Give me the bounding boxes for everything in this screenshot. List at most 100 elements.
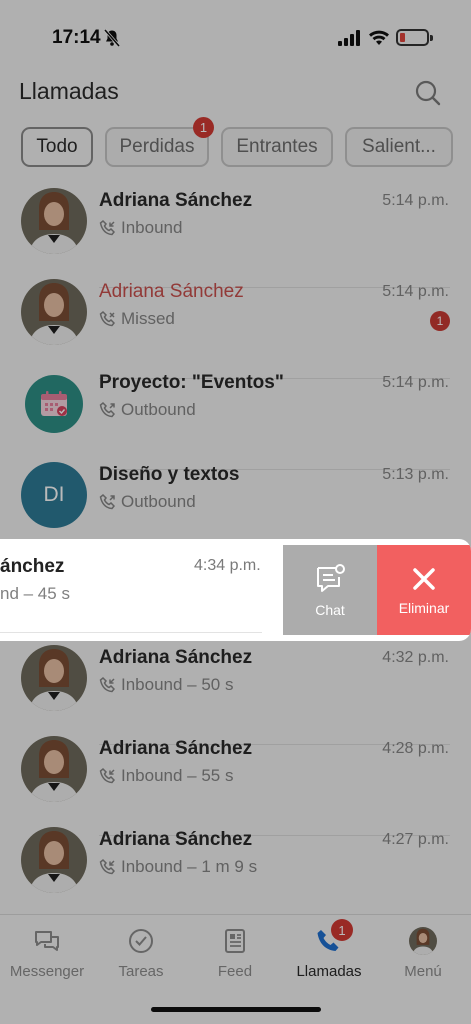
filter-label: Entrantes (236, 136, 318, 157)
tab-feed[interactable]: Feed (188, 927, 282, 980)
calendar-icon (41, 391, 67, 416)
person-photo-icon (21, 827, 87, 893)
call-type-label: Outbound (121, 400, 196, 419)
call-type-label: Inbound – 1 m 9 s (121, 857, 258, 876)
battery-icon (396, 29, 433, 46)
call-time: 5:13 p.m. (382, 466, 449, 483)
avatar (21, 827, 87, 893)
tab-label: Messenger (9, 963, 85, 980)
call-type: Outbound (99, 400, 196, 420)
divider (0, 632, 262, 633)
tab-tareas[interactable]: Tareas (94, 927, 188, 980)
tab-messenger[interactable]: Messenger (0, 927, 94, 980)
status-bar: 17:14 (0, 0, 471, 70)
call-type: Inbound – 50 s (99, 675, 233, 695)
caller-name: Proyecto: "Eventos" (99, 372, 284, 393)
calls-screen: 17:14 Llamadas Todo Perdidas 1 Entrantes… (0, 0, 471, 1024)
call-time: 5:14 p.m. (382, 283, 449, 300)
filter-badge: 1 (193, 117, 214, 138)
tab-llamadas[interactable]: 1 Llamadas (282, 919, 376, 980)
tab-label: Feed (217, 963, 253, 980)
chat-icon (317, 564, 345, 592)
incoming-call-icon (99, 219, 116, 236)
call-type-label: Inbound – 55 s (121, 766, 234, 785)
avatar (21, 279, 87, 345)
home-indicator (151, 1007, 321, 1012)
filter-entrantes[interactable]: Entrantes (221, 127, 333, 167)
call-type: Outbound (99, 492, 196, 512)
call-row[interactable]: Adriana Sánchez Inbound – 55 s 4:28 p.m. (0, 736, 471, 836)
tab-label: Menú (404, 963, 442, 980)
incoming-call-icon (99, 767, 116, 784)
caller-name: Adriana Sánchez (99, 647, 253, 668)
tab-badge: 1 (331, 919, 353, 941)
call-type-label: Inbound (121, 218, 183, 237)
call-type-label: nd – 45 s (0, 584, 70, 603)
outgoing-call-icon (99, 493, 116, 510)
call-time: 4:34 p.m. (194, 557, 261, 574)
check-circle-icon (129, 929, 153, 953)
signal-icon (338, 30, 360, 46)
delete-action-label: Eliminar (398, 600, 450, 616)
call-type: Missed (99, 309, 175, 329)
delete-action-button[interactable]: Eliminar (377, 545, 471, 635)
call-time: 5:14 p.m. (382, 374, 449, 391)
call-time: 5:14 p.m. (382, 192, 449, 209)
caller-name: Adriana Sánchez (99, 738, 253, 759)
avatar (25, 375, 83, 433)
phone-icon-wrap: 1 (315, 919, 353, 955)
avatar (21, 645, 87, 711)
avatar-initials: DI (21, 462, 87, 528)
call-type-label: Outbound (121, 492, 196, 511)
missed-call-icon (99, 310, 116, 327)
avatar (21, 736, 87, 802)
caller-name: Adriana Sánchez (99, 190, 253, 211)
filter-label: Todo (36, 136, 78, 157)
status-time: 17:14 (52, 27, 101, 48)
person-photo-icon (21, 188, 87, 254)
chat-action-button[interactable]: Chat (283, 545, 377, 635)
filter-salientes[interactable]: Salient... (345, 127, 453, 167)
person-photo-icon (21, 645, 87, 711)
caller-name: ánchez (0, 556, 65, 577)
filter-todo[interactable]: Todo (21, 127, 93, 167)
tab-menu[interactable]: Menú (376, 927, 470, 980)
chat-bubbles-icon (35, 931, 59, 951)
call-type: Inbound (99, 218, 182, 238)
call-time: 4:32 p.m. (382, 649, 449, 666)
person-photo-icon (21, 279, 87, 345)
caller-name: Diseño y textos (99, 464, 240, 485)
close-icon (413, 568, 435, 590)
bell-muted-icon (104, 29, 120, 47)
person-photo-icon (21, 736, 87, 802)
page-title: Llamadas (19, 78, 119, 104)
caller-name: Adriana Sánchez (99, 281, 244, 302)
filter-label: Salient... (362, 136, 436, 157)
call-type-label: Inbound – 50 s (121, 675, 234, 694)
call-row[interactable]: Adriana Sánchez Inbound 5:14 p.m. (0, 188, 471, 288)
tab-label: Llamadas (296, 963, 362, 980)
filter-perdidas[interactable]: Perdidas (105, 127, 209, 167)
avatar (21, 188, 87, 254)
tab-label: Tareas (118, 963, 164, 980)
call-type-label: Missed (121, 309, 175, 328)
call-row[interactable]: Adriana Sánchez Missed 5:14 p.m. 1 (0, 279, 471, 379)
search-icon[interactable] (414, 79, 442, 107)
avatar (409, 927, 437, 955)
call-type: Inbound – 55 s (99, 766, 233, 786)
filter-label: Perdidas (119, 136, 195, 157)
caller-name: Adriana Sánchez (99, 829, 253, 850)
wifi-icon (369, 30, 389, 45)
call-row[interactable]: Proyecto: "Eventos" Outbound 5:14 p.m. (0, 370, 471, 470)
newspaper-icon (225, 929, 245, 953)
incoming-call-icon (99, 676, 116, 693)
call-row[interactable]: Adriana Sánchez Inbound – 50 s 4:32 p.m. (0, 645, 471, 745)
outgoing-call-icon (99, 401, 116, 418)
person-photo-icon (409, 927, 437, 955)
call-row[interactable]: Adriana Sánchez Inbound – 1 m 9 s 4:27 p… (0, 827, 471, 918)
swiped-call-row[interactable]: ánchez nd – 45 s 4:34 p.m. Chat Eliminar (0, 539, 471, 641)
chat-action-label: Chat (315, 602, 345, 618)
call-type: Inbound – 1 m 9 s (99, 857, 257, 877)
call-time: 4:27 p.m. (382, 831, 449, 848)
call-time: 4:28 p.m. (382, 740, 449, 757)
